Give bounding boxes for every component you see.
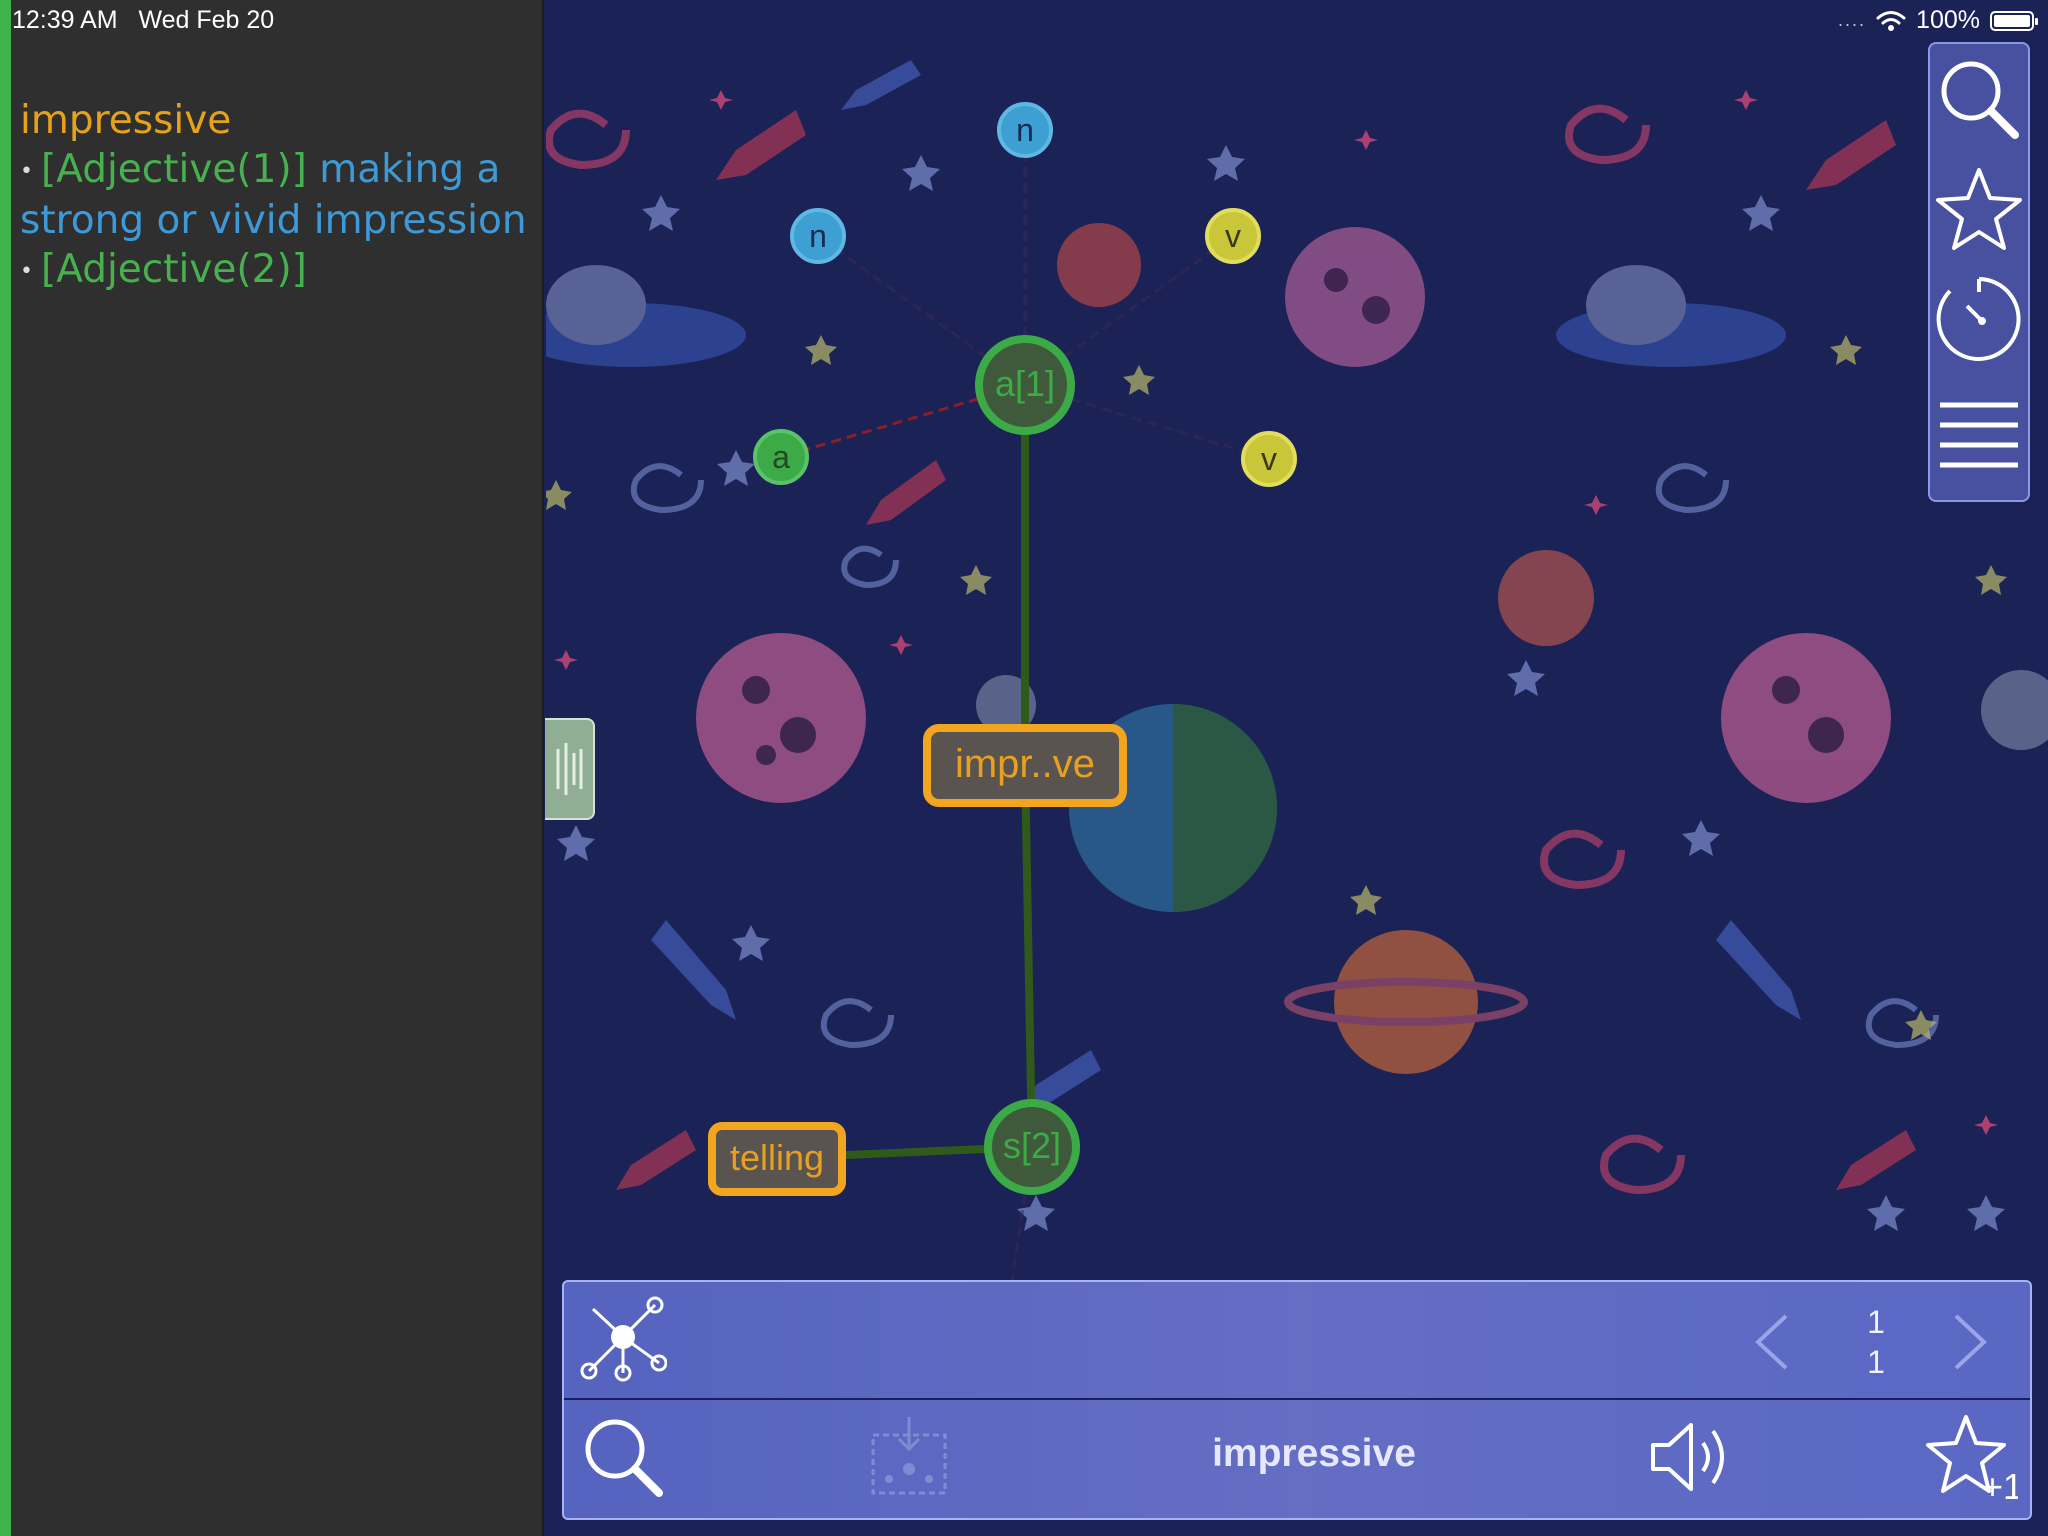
sense-item: • [Adjective(1)] making a strong or vivid…: [20, 145, 530, 245]
search-icon: [1941, 61, 2019, 139]
star-icon: [1936, 168, 2022, 250]
node-label: telling: [730, 1137, 824, 1178]
definition-panel: impressive • [Adjective(1)] making a stro…: [0, 0, 544, 1536]
graph-import-button[interactable]: [864, 1412, 954, 1502]
menu-icon: [1940, 402, 2018, 468]
date-text: Wed Feb 20: [138, 6, 275, 34]
node-label: impr..ve: [955, 742, 1095, 786]
status-bar: 12:39 AM Wed Feb 20 .... 100%: [0, 0, 2048, 40]
graph-node-verb[interactable]: v: [1205, 208, 1261, 264]
star-plus-icon: +1: [1926, 1415, 2018, 1503]
status-right: .... 100%: [1838, 6, 2038, 35]
search-button[interactable]: [578, 1412, 668, 1502]
graph-node-adjective[interactable]: a: [753, 429, 809, 485]
menu-button[interactable]: [1930, 384, 2028, 494]
node-label: v: [1225, 218, 1241, 254]
edge-center-s2: [1021, 764, 1036, 1148]
panel-accent-bar: [0, 0, 11, 1536]
search-button[interactable]: [1930, 44, 2028, 154]
node-label: a: [772, 439, 790, 475]
sense-pos: [Adjective(2)]: [40, 247, 307, 292]
graph-node-center-word[interactable]: impr..ve: [923, 724, 1127, 807]
chevron-left-icon: [1755, 1314, 1788, 1370]
add-favorite-button[interactable]: +1: [1924, 1410, 2020, 1506]
panel-divider: [564, 1398, 2030, 1400]
node-label: s[2]: [1003, 1125, 1061, 1166]
graph-import-icon: [871, 1417, 947, 1495]
timer-icon: [1936, 277, 2021, 361]
definition-content: impressive • [Adjective(1)] making a stro…: [20, 96, 530, 296]
current-word: impressive: [1212, 1432, 1416, 1475]
bullet: •: [20, 159, 33, 184]
sense-pos: [Adjective(1)]: [40, 147, 307, 192]
graph-node-verb[interactable]: v: [1241, 431, 1297, 487]
graph-node-noun[interactable]: n: [790, 208, 846, 264]
search-icon: [585, 1419, 663, 1497]
node-label: n: [809, 218, 827, 254]
graph-mode-button[interactable]: [578, 1294, 668, 1384]
speaker-icon: [1651, 1423, 1724, 1491]
right-toolbar: [1928, 42, 2030, 502]
history-button[interactable]: [1930, 264, 2028, 374]
battery-percent: 100%: [1916, 6, 1980, 34]
graph-node-noun[interactable]: n: [997, 102, 1053, 158]
graph-node-word[interactable]: telling: [708, 1122, 846, 1196]
cellular-dots-icon: ....: [1838, 10, 1867, 30]
previous-page-button[interactable]: [1742, 1302, 1802, 1382]
headword: impressive: [20, 98, 232, 143]
drag-handle-icon: [556, 743, 583, 795]
node-label: v: [1261, 441, 1277, 477]
panel-resize-handle[interactable]: [545, 718, 595, 820]
battery-fill: [1994, 14, 2030, 27]
wifi-icon: [1876, 10, 1906, 31]
battery-icon: [1990, 10, 2038, 31]
node-label: n: [1016, 112, 1034, 148]
next-page-button[interactable]: [1940, 1302, 2000, 1382]
graph-node-synset[interactable]: a[1]: [975, 335, 1075, 435]
page-current: 1: [1867, 1304, 1885, 1340]
status-time: 12:39 AM Wed Feb 20: [12, 6, 274, 35]
network-graph-icon: [580, 1296, 667, 1382]
pronounce-button[interactable]: [1642, 1412, 1742, 1502]
graph-node-synset[interactable]: s[2]: [984, 1099, 1080, 1195]
bottom-panel: 1 1 impressive +1: [562, 1280, 2032, 1520]
svg-text:+1: +1: [1982, 1466, 2018, 1503]
chevron-right-icon: [1954, 1314, 1987, 1370]
time-text: 12:39 AM: [12, 6, 118, 34]
node-label: a[1]: [995, 363, 1055, 404]
bullet: •: [20, 259, 33, 284]
favorites-button[interactable]: [1930, 154, 2028, 264]
page-total: 1: [1867, 1344, 1885, 1380]
sense-item: • [Adjective(2)]: [20, 245, 530, 296]
